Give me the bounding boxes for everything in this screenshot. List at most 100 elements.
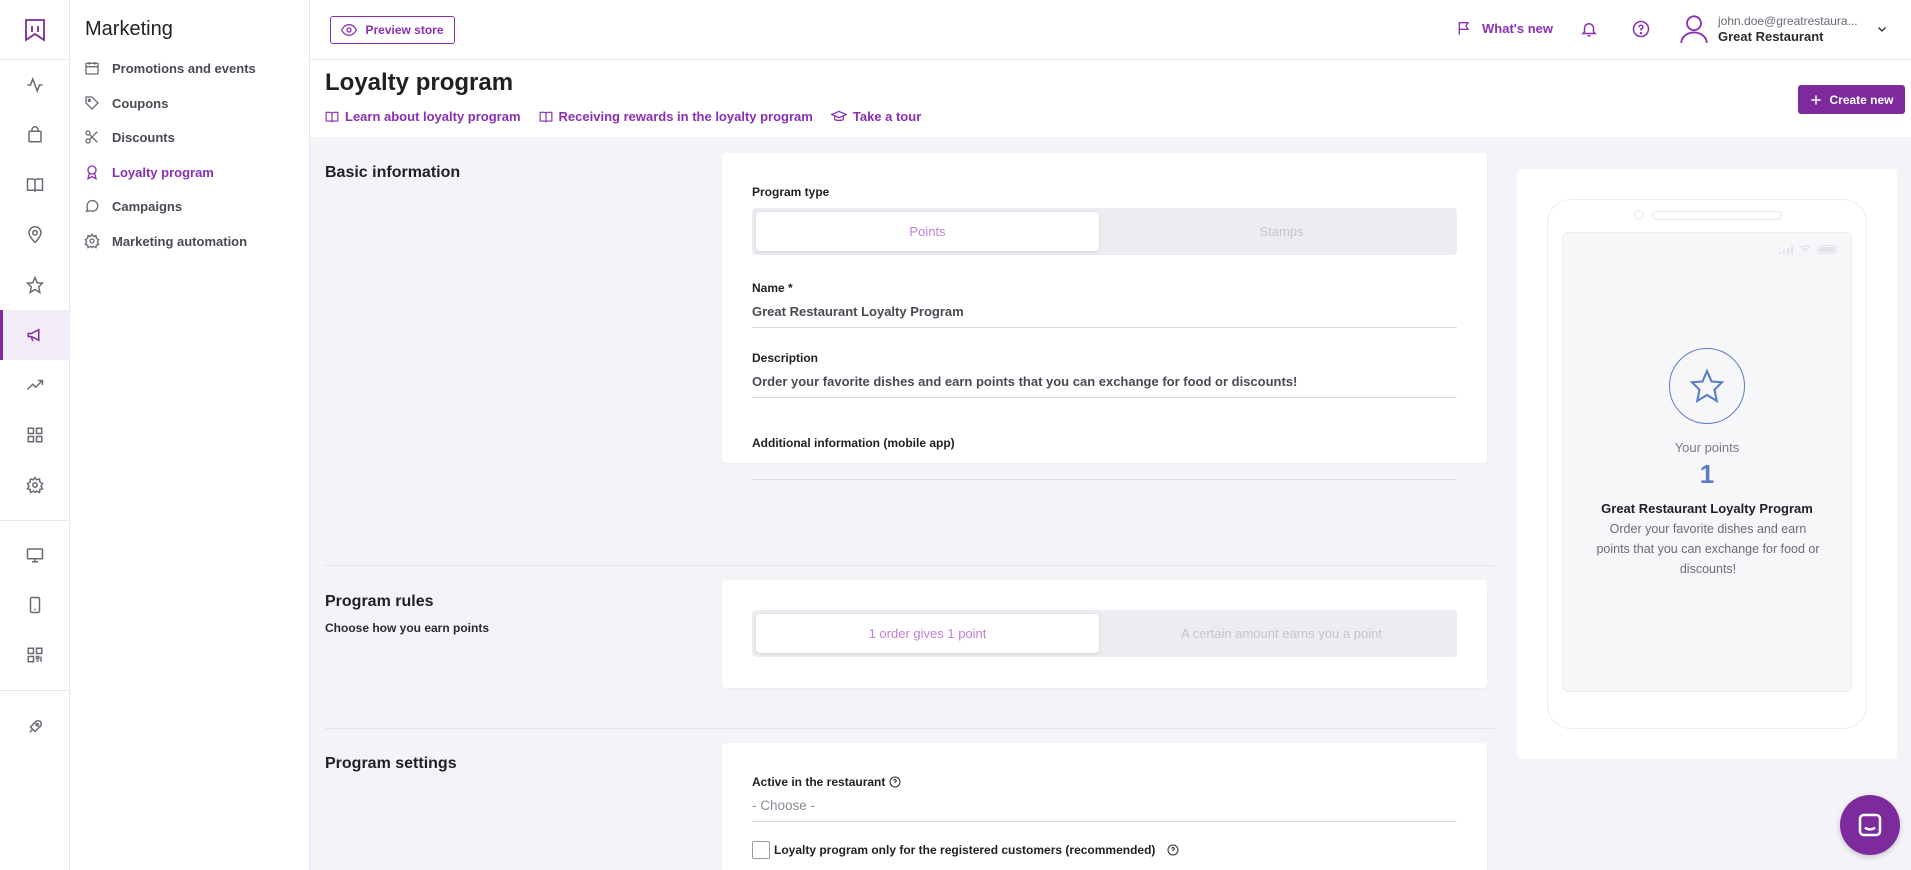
user-email: john.doe@greatrestaura...	[1718, 14, 1858, 28]
program-settings-card: Active in the restaurant - Choose - Loya…	[722, 743, 1487, 870]
info-icon[interactable]	[889, 776, 901, 788]
preview-program-desc: Order your favorite dishes and earn poin…	[1596, 522, 1820, 576]
program-rules-title: Program rules	[325, 593, 434, 610]
registered-only-label: Loyalty program only for the registered …	[774, 843, 1156, 857]
your-points-label: Your points	[1674, 440, 1740, 455]
info-icon[interactable]	[1167, 844, 1179, 856]
create-new-label: Create new	[1829, 92, 1894, 107]
subnav-item-loyalty-program[interactable]: Loyalty program	[84, 160, 214, 184]
icon-rail	[0, 0, 70, 870]
subnav-title: Marketing	[85, 18, 173, 40]
chat-support-button[interactable]	[1840, 795, 1900, 855]
active-restaurant-text: Active in the restaurant	[752, 775, 886, 789]
user-restaurant: Great Restaurant	[1718, 29, 1824, 44]
phone-frame: Your points 1 Great Restaurant Loyalty P…	[1547, 199, 1867, 729]
subnav-item-label: Promotions and events	[112, 60, 256, 76]
subnav-item-label: Coupons	[112, 95, 169, 111]
registered-only-row[interactable]: Loyalty program only for the registered …	[752, 841, 1179, 859]
program-type-stamps[interactable]: Stamps	[1110, 212, 1453, 251]
mobile-preview-panel: Your points 1 Great Restaurant Loyalty P…	[1517, 169, 1897, 759]
take-tour-link[interactable]: Take a tour	[830, 109, 922, 124]
chevron-down-icon	[1877, 27, 1886, 32]
program-type-toggle: Points Stamps	[752, 208, 1457, 255]
active-restaurant-select[interactable]: - Choose -	[752, 798, 1457, 822]
page-header: Loyalty program Learn about loyalty prog…	[310, 61, 1911, 137]
subnav-item-promotions[interactable]: Promotions and events	[84, 56, 256, 80]
whats-new-link[interactable]: What's new	[1456, 20, 1553, 36]
additional-info-label: Additional information (mobile app)	[752, 436, 955, 450]
star-icon[interactable]	[0, 260, 70, 310]
program-rules-card: 1 order gives 1 point A certain amount e…	[722, 580, 1487, 688]
subnav-item-label: Discounts	[112, 129, 175, 145]
location-pin-icon[interactable]	[0, 210, 70, 260]
bell-icon[interactable]	[1580, 20, 1598, 38]
logo-icon[interactable]	[0, 0, 70, 60]
program-rules-subtitle: Choose how you earn points	[325, 621, 490, 635]
rocket-icon[interactable]	[0, 702, 70, 752]
book-open-icon	[325, 111, 339, 122]
star-icon	[1689, 368, 1725, 404]
subnav-item-label: Marketing automation	[112, 233, 248, 249]
take-tour-label: Take a tour	[852, 109, 922, 124]
active-restaurant-label: Active in the restaurant	[752, 775, 901, 789]
book-icon[interactable]	[0, 160, 70, 210]
program-type-label: Program type	[752, 185, 830, 199]
description-label: Description	[752, 351, 819, 365]
scissors-icon	[85, 130, 98, 144]
battery-icon	[1817, 245, 1837, 254]
settings-icon[interactable]	[0, 460, 70, 510]
preview-store-button[interactable]: Preview store	[330, 16, 455, 44]
earn-rule-toggle: 1 order gives 1 point A certain amount e…	[752, 610, 1457, 657]
eye-icon	[341, 23, 358, 37]
phone-screen: Your points 1 Great Restaurant Loyalty P…	[1562, 232, 1852, 692]
receiving-rewards-label: Receiving rewards in the loyalty program	[558, 109, 813, 124]
registered-only-checkbox[interactable]	[752, 841, 770, 859]
earn-rule-per-amount[interactable]: A certain amount earns you a point	[1110, 614, 1453, 653]
wifi-icon	[1799, 245, 1811, 253]
page-title: Loyalty program	[325, 69, 514, 96]
graduation-cap-icon	[830, 110, 847, 121]
signal-icon	[1779, 245, 1793, 254]
activity-icon[interactable]	[0, 60, 70, 110]
earn-rule-per-order[interactable]: 1 order gives 1 point	[756, 614, 1099, 653]
name-field[interactable]: Great Restaurant Loyalty Program	[752, 304, 1457, 328]
apps-icon[interactable]	[0, 410, 70, 460]
points-value: 1	[1699, 459, 1715, 489]
learn-loyalty-link[interactable]: Learn about loyalty program	[325, 109, 521, 124]
learn-loyalty-label: Learn about loyalty program	[345, 109, 521, 124]
mobile-icon[interactable]	[0, 580, 70, 630]
preview-store-label: Preview store	[365, 23, 444, 37]
program-settings-title: Program settings	[325, 755, 457, 772]
create-new-button[interactable]: Create new	[1798, 85, 1905, 114]
basic-info-title: Basic information	[325, 164, 461, 181]
help-icon[interactable]	[1632, 20, 1650, 38]
shopping-bag-icon[interactable]	[0, 110, 70, 160]
phone-camera	[1634, 210, 1644, 220]
flag-icon	[1458, 22, 1470, 35]
description-field[interactable]: Order your favorite dishes and earn poin…	[752, 374, 1457, 398]
megaphone-icon[interactable]	[0, 310, 70, 360]
user-menu[interactable]: john.doe@greatrestaura... Great Restaura…	[1680, 13, 1888, 45]
book-open-icon	[539, 111, 552, 122]
tag-icon	[85, 96, 99, 110]
additional-info-field[interactable]	[752, 479, 1457, 480]
phone-status-icons	[1779, 245, 1839, 254]
subnav-item-label: Loyalty program	[112, 164, 214, 180]
qr-code-icon[interactable]	[0, 630, 70, 680]
subnav-item-marketing-automation[interactable]: Marketing automation	[84, 229, 247, 253]
name-label: Name *	[752, 281, 793, 295]
trending-icon[interactable]	[0, 360, 70, 410]
points-star-badge	[1669, 348, 1745, 424]
subnav-item-discounts[interactable]: Discounts	[84, 125, 175, 149]
subnav-item-coupons[interactable]: Coupons	[84, 91, 168, 115]
program-type-points[interactable]: Points	[756, 212, 1099, 251]
marketing-subnav: Marketing Promotions and events Coupons …	[70, 0, 310, 870]
subnav-item-campaigns[interactable]: Campaigns	[84, 194, 182, 218]
whats-new-label: What's new	[1482, 20, 1553, 36]
monitor-icon[interactable]	[0, 530, 70, 580]
receiving-rewards-link[interactable]: Receiving rewards in the loyalty program	[539, 109, 813, 124]
award-icon	[87, 165, 97, 180]
main-content: Basic information Program type Points St…	[310, 137, 1911, 870]
gear-icon	[84, 233, 100, 249]
subnav-item-label: Campaigns	[112, 198, 183, 214]
